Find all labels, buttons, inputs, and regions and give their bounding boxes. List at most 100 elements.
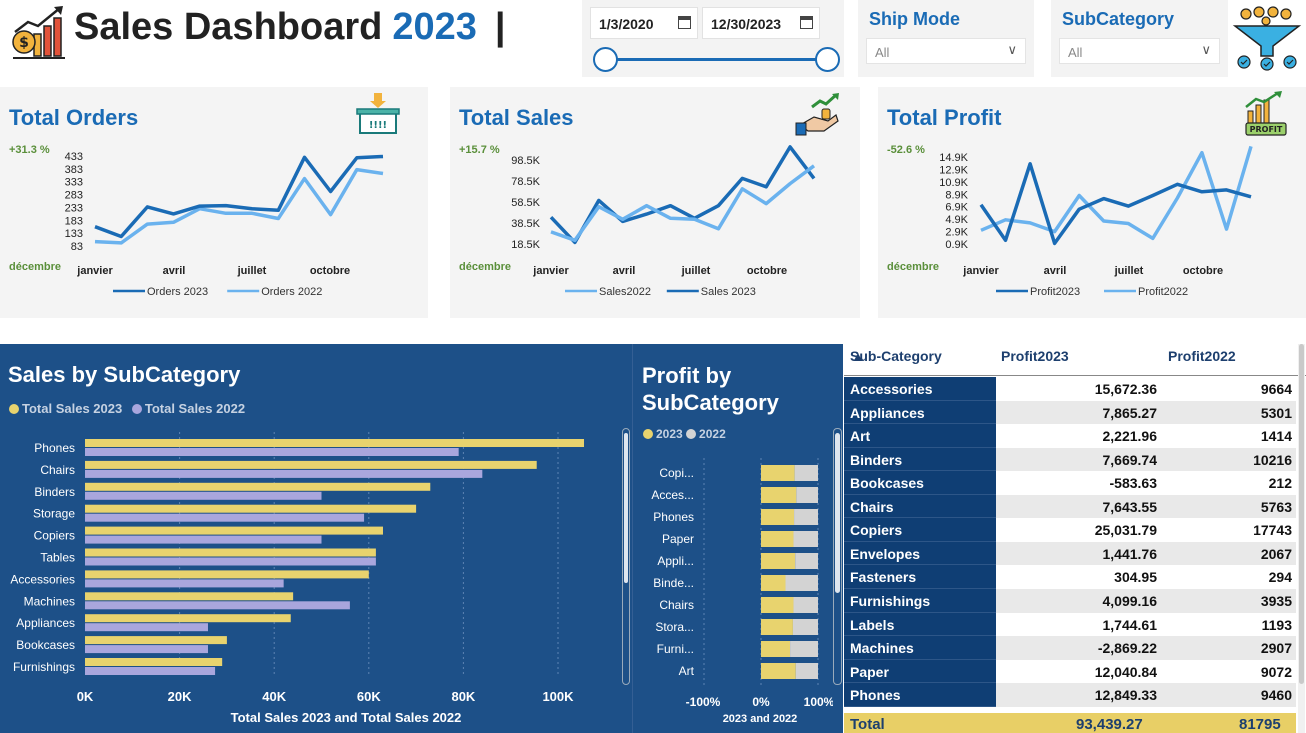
bar-2023[interactable] (85, 592, 294, 601)
bar-2023[interactable] (761, 575, 786, 591)
funnel-filter-icon[interactable] (1232, 4, 1302, 72)
series-line-sales2022[interactable] (550, 164, 816, 243)
bar-2022[interactable] (794, 465, 818, 481)
bar-2023[interactable] (85, 570, 369, 579)
table-row[interactable]: Binders 7,669.74 10216 (844, 447, 1296, 472)
table-scrollbar[interactable] (1298, 344, 1305, 733)
kpi-card-orders[interactable]: Total Orders !!!! +31.3 % décembre 433 38… (0, 87, 428, 318)
sales-by-subcategory-chart[interactable]: Phones Chairs Binders Storage Copiers Tables A… (0, 344, 632, 733)
sales-chart-scrollbar[interactable] (622, 428, 630, 685)
column-header-profit2023[interactable]: Profit2023 (1001, 348, 1069, 364)
bar-2023[interactable] (85, 548, 376, 557)
start-date-input[interactable]: 1/3/2020 (590, 7, 698, 39)
bar-2023[interactable] (761, 509, 795, 525)
category-label: Chairs (659, 598, 694, 612)
bar-2023[interactable] (85, 439, 585, 447)
legend-label[interactable]: Sales 2023 (701, 286, 756, 298)
subcategory-dropdown[interactable]: All ∨ (1059, 38, 1220, 64)
bar-2022[interactable] (85, 601, 350, 610)
date-range-start-handle[interactable] (593, 47, 618, 72)
bar-2022[interactable] (795, 553, 818, 569)
table-row[interactable]: Chairs 7,643.55 5763 (844, 494, 1296, 519)
legend-label[interactable]: Orders 2023 (147, 286, 208, 298)
scrollbar-thumb[interactable] (1299, 344, 1304, 684)
kpi-card-sales[interactable]: Total Sales +15.7 % décembre 98.5K 78.5K 5… (450, 87, 860, 318)
table-row[interactable]: Appliances 7,865.27 5301 (844, 400, 1296, 425)
end-date-input[interactable]: 12/30/2023 (702, 7, 820, 39)
calendar-icon[interactable] (678, 16, 691, 29)
bar-2022[interactable] (85, 535, 322, 544)
table-row[interactable]: Machines -2,869.22 2907 (844, 636, 1296, 660)
scrollbar-thumb[interactable] (835, 433, 840, 593)
table-row[interactable]: Labels 1,744.61 1193 (844, 612, 1296, 637)
bar-2023[interactable] (761, 531, 794, 547)
profit-by-subcategory-chart[interactable]: Copi... Acces... Phones Paper Appli... Binde.… (633, 344, 833, 733)
bar-2022[interactable] (793, 597, 818, 613)
table-row[interactable]: Accessories 15,672.36 9664 (844, 377, 1296, 401)
table-row[interactable]: Furnishings 4,099.16 3935 (844, 588, 1296, 613)
column-header-profit2022[interactable]: Profit2022 (1168, 348, 1236, 364)
sort-ascending-icon[interactable]: ▲ (851, 348, 865, 364)
bar-2022[interactable] (85, 645, 208, 654)
table-row[interactable]: Phones 12,849.33 9460 (844, 683, 1296, 707)
table-row[interactable]: Paper 12,040.84 9072 (844, 659, 1296, 684)
bar-2022[interactable] (790, 641, 818, 657)
scrollbar-thumb[interactable] (624, 433, 628, 583)
bar-2023[interactable] (761, 663, 796, 679)
date-range-slider-track[interactable] (604, 58, 826, 61)
legend-label[interactable]: Sales2022 (599, 286, 651, 298)
bar-2023[interactable] (85, 636, 227, 645)
bar-2022[interactable] (794, 509, 818, 525)
category-label: Art (679, 664, 695, 678)
bar-2022[interactable] (85, 579, 284, 588)
category-label: Paper (662, 532, 694, 546)
bar-2022[interactable] (792, 619, 818, 635)
bar-2022[interactable] (85, 623, 208, 632)
chevron-down-icon[interactable]: ∨ (1007, 42, 1017, 58)
date-range-end-handle[interactable] (815, 47, 840, 72)
legend-label[interactable]: Profit2022 (1138, 286, 1188, 298)
profit-line-chart[interactable]: 14.9K12.9K10.9K8.9K6.9K4.9K2.9K0.9K janvi… (878, 87, 1306, 318)
ship-mode-dropdown[interactable]: All ∨ (866, 38, 1026, 64)
y-tick-label: 183 (65, 215, 83, 227)
bar-2023[interactable] (761, 465, 795, 481)
bar-2023[interactable] (85, 504, 417, 513)
sales-line-chart[interactable]: 98.5K 78.5K 58.5K 38.5K 18.5K janvier avril jui… (450, 87, 860, 318)
bar-2023[interactable] (85, 482, 431, 491)
orders-line-chart[interactable]: 43338333328323318313383 janvier avril juill… (0, 87, 428, 318)
cell-subcategory: Envelopes (844, 541, 996, 566)
bar-2023[interactable] (761, 487, 797, 503)
bar-2023[interactable] (85, 614, 291, 623)
bar-2023[interactable] (761, 597, 794, 613)
bar-2022[interactable] (796, 487, 818, 503)
bar-2022[interactable] (85, 667, 216, 675)
table-row[interactable]: Fasteners 304.95 294 (844, 565, 1296, 589)
bar-2023[interactable] (85, 658, 223, 666)
bar-2023[interactable] (761, 619, 793, 635)
bar-2022[interactable] (785, 575, 818, 591)
bar-2022[interactable] (793, 531, 818, 547)
legend-label[interactable]: Profit2023 (1030, 286, 1080, 298)
chevron-down-icon[interactable]: ∨ (1201, 42, 1211, 58)
bar-2022[interactable] (85, 448, 459, 456)
table-header: Sub-Category ▲ Profit2023 Profit2022 (844, 344, 1306, 376)
table-row[interactable]: Envelopes 1,441.76 2067 (844, 541, 1296, 566)
bar-2022[interactable] (85, 513, 365, 522)
bar-2023[interactable] (761, 553, 796, 569)
table-row[interactable]: Art 2,221.96 1414 (844, 424, 1296, 448)
bar-2023[interactable] (85, 460, 537, 469)
bar-2023[interactable] (761, 641, 791, 657)
bar-2022[interactable] (85, 491, 322, 500)
bar-2023[interactable] (85, 526, 383, 535)
profit-chart-scrollbar[interactable] (833, 428, 842, 685)
bar-2022[interactable] (85, 469, 483, 478)
x-tick-label: 20K (168, 689, 192, 704)
table-row[interactable]: Bookcases -583.63 212 (844, 471, 1296, 495)
bar-2022[interactable] (795, 663, 818, 679)
legend-label[interactable]: Orders 2022 (261, 286, 322, 298)
table-row[interactable]: Copiers 25,031.79 17743 (844, 518, 1296, 542)
calendar-icon[interactable] (800, 16, 813, 29)
kpi-card-profit[interactable]: Total Profit PROFIT -52.6 % décembre 14.… (878, 87, 1306, 318)
bar-2022[interactable] (85, 557, 376, 566)
cell-profit2023: -2,869.22 (996, 636, 1161, 660)
